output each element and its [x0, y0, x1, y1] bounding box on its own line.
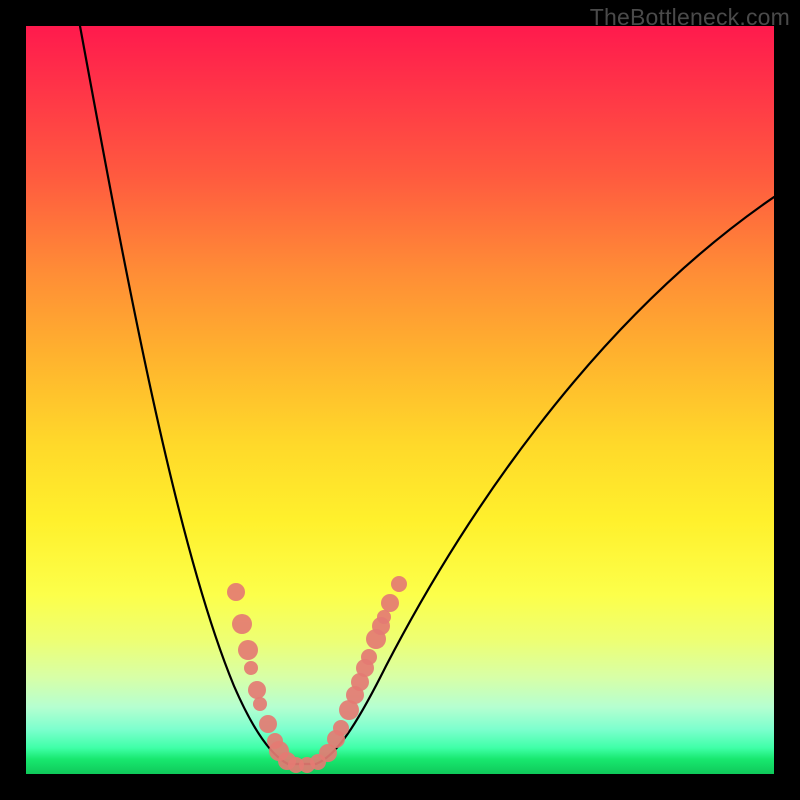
marker-dot — [269, 741, 289, 761]
marker-dot — [310, 754, 326, 770]
marker-dot — [381, 594, 399, 612]
marker-dot — [377, 610, 391, 624]
outer-black-frame: TheBottleneck.com — [0, 0, 800, 800]
marker-dot — [391, 576, 407, 592]
curve-left-branch — [80, 26, 288, 764]
marker-dot — [238, 640, 258, 660]
marker-dot — [259, 715, 277, 733]
marker-dot — [351, 673, 369, 691]
marker-dot — [327, 730, 345, 748]
plot-area — [26, 26, 774, 774]
marker-dot — [372, 617, 390, 635]
marker-dot — [288, 757, 304, 773]
marker-dot — [319, 744, 337, 762]
curve-svg — [26, 26, 774, 774]
marker-dot — [227, 583, 245, 601]
watermark-text: TheBottleneck.com — [590, 4, 790, 31]
marker-dot — [339, 700, 359, 720]
marker-dots — [227, 576, 407, 773]
marker-dot — [244, 661, 258, 675]
curve-right-branch — [316, 197, 774, 764]
marker-dot — [361, 649, 377, 665]
marker-dot — [253, 697, 267, 711]
marker-dot — [232, 614, 252, 634]
marker-dot — [267, 733, 283, 749]
marker-dot — [356, 659, 374, 677]
marker-dot — [248, 681, 266, 699]
marker-dot — [333, 720, 349, 736]
marker-dot — [299, 757, 315, 773]
marker-dot — [278, 752, 296, 770]
bottleneck-curve — [80, 26, 774, 764]
marker-dot — [346, 686, 364, 704]
marker-dot — [366, 629, 386, 649]
